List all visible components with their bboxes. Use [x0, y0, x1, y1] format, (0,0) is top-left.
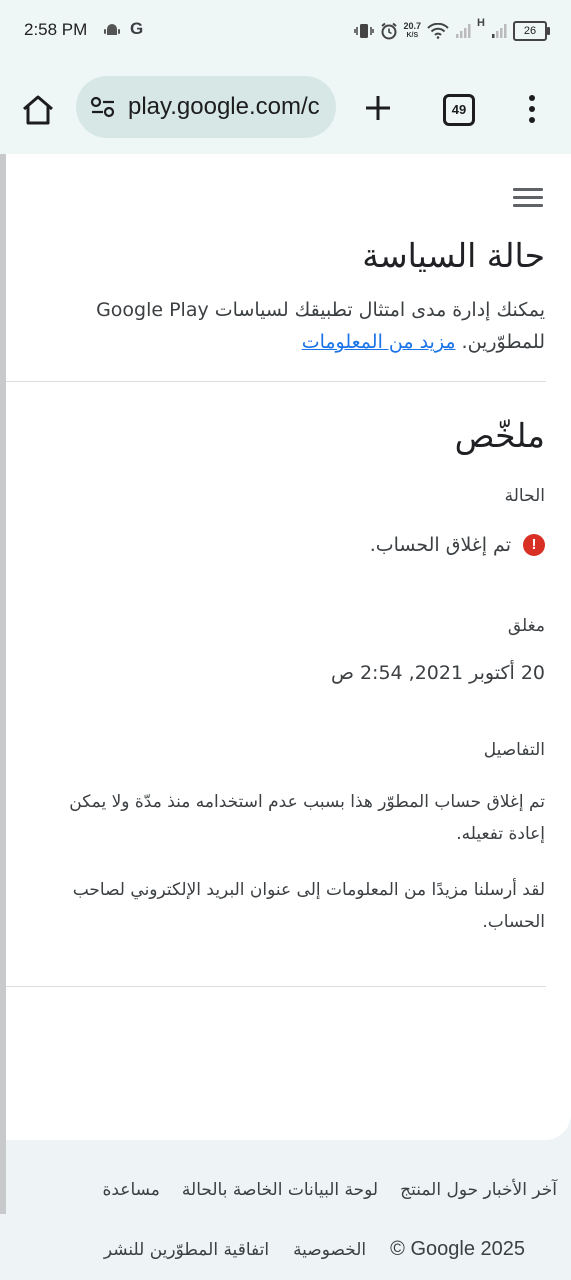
section-divider-bottom [6, 986, 546, 987]
home-icon[interactable] [20, 92, 56, 128]
alarm-icon [380, 22, 397, 40]
status-label: الحالة [504, 486, 545, 506]
signal-h-label: H [477, 17, 485, 29]
site-settings-icon[interactable] [90, 95, 116, 119]
vibrate-icon [353, 24, 374, 38]
closed-label: مغلق [507, 616, 545, 636]
address-bar[interactable]: play.google.com/c [76, 76, 336, 138]
status-time: 2:58 PM [24, 20, 88, 39]
battery-icon: 26 [513, 21, 550, 41]
signal-icon [456, 24, 471, 38]
footer-link-dda[interactable]: اتفاقية المطوّرين للنشر [104, 1240, 269, 1260]
footer-link-privacy[interactable]: الخصوصية [293, 1240, 366, 1260]
section-divider [6, 381, 546, 382]
footer-link-news[interactable]: آخر الأخبار حول المنتج [400, 1180, 557, 1200]
intro-text: يمكنك إدارة مدى امتثال تطبيقك لسياسات Go… [96, 299, 545, 353]
more-vert-icon[interactable] [524, 94, 540, 124]
wifi-icon [427, 23, 449, 39]
tabs-icon[interactable]: 49 [443, 94, 475, 126]
details-paragraph-1: تم إغلاق حساب المطوّر هذا بسبب عدم استخد… [69, 792, 545, 844]
network-speed: 20.7 K/S [403, 21, 422, 40]
closed-date: 20 أكتوبر 2021, 2:54 ص [330, 662, 545, 684]
details-label: التفاصيل [483, 740, 545, 760]
details-paragraph-2: لقد أرسلنا مزيدًا من المعلومات إلى عنوان… [72, 880, 545, 932]
footer-link-status-dashboard[interactable]: لوحة البيانات الخاصة بالحالة [182, 1180, 378, 1200]
android-icon [104, 24, 120, 35]
status-bar: 2:58 PM G 20.7 K/S H 26 [0, 0, 571, 64]
footer-link-help[interactable]: مساعدة [102, 1180, 159, 1200]
browser-toolbar: play.google.com/c 49 [0, 64, 571, 155]
learn-more-link[interactable]: مزيد من المعلومات [302, 331, 456, 353]
status-row: ! تم إغلاق الحساب. [370, 534, 545, 556]
google-notification-icon: G [130, 19, 144, 38]
page-title: حالة السياسة [362, 236, 545, 275]
page-content: حالة السياسة يمكنك إدارة مدى امتثال تطبي… [0, 154, 571, 1214]
copyright: © Google 2025 [390, 1238, 525, 1260]
status-indicators: 20.7 K/S H 26 [353, 17, 550, 45]
status-value: تم إغلاق الحساب. [369, 534, 511, 556]
plus-icon[interactable] [362, 92, 394, 124]
signal-icon-2 [492, 24, 507, 38]
summary-heading: ملخّص [454, 416, 545, 455]
page-scroll-edge [0, 154, 6, 1214]
error-icon: ! [523, 534, 545, 556]
url-text[interactable]: play.google.com/c [128, 93, 320, 121]
footer-links-row-1: آخر الأخبار حول المنتج لوحة البيانات الخ… [102, 1180, 557, 1200]
hamburger-menu-icon[interactable] [513, 188, 543, 208]
footer-links-row-2: © Google 2025 الخصوصية اتفاقية المطوّرين… [104, 1238, 525, 1261]
